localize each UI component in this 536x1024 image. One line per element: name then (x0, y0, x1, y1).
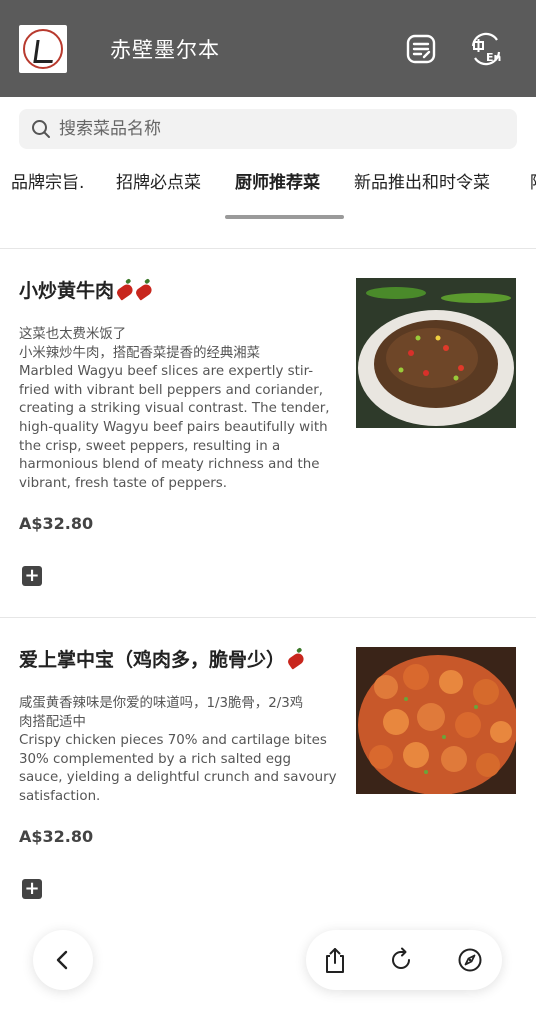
back-chevron-icon (56, 950, 68, 970)
category-tabs: 品牌宗旨. 招牌必点菜 厨师推荐菜 新品推出和时令菜 陆 (0, 160, 536, 220)
tab-new-seasonal[interactable]: 新品推出和时令菜 (354, 168, 490, 193)
active-tab-indicator (225, 215, 344, 219)
tab-brand-mission[interactable]: 品牌宗旨. (11, 168, 84, 193)
dish-item[interactable]: 小炒黄牛肉 这菜也太费米饭了 小米辣炒牛肉，搭配香菜提香的经典湘菜 Marble… (0, 249, 536, 617)
dish-name: 小炒黄牛肉 (19, 276, 154, 303)
chili-icon (115, 282, 135, 301)
dish-description: 咸蛋黄香辣味是你爱的味道吗，1/3脆骨，2/3鸡 肉搭配适中 Crispy ch… (19, 696, 337, 804)
svg-text:En: En (486, 51, 501, 64)
compass-icon[interactable] (455, 945, 485, 975)
reload-icon[interactable] (386, 945, 416, 975)
chili-icon (134, 282, 154, 301)
app-header: 赤壁墨尔本 En (0, 0, 536, 97)
order-list-icon[interactable] (404, 32, 438, 66)
back-button[interactable] (33, 930, 93, 990)
tab-next[interactable]: 陆 (530, 168, 536, 193)
restaurant-title: 赤壁墨尔本 (110, 38, 220, 62)
language-switch-icon[interactable]: En (469, 32, 503, 66)
add-to-cart-button[interactable]: + (22, 879, 42, 899)
tab-chef-recommended[interactable]: 厨师推荐菜 (235, 168, 320, 193)
chili-icon (286, 651, 306, 670)
search-bar[interactable] (19, 109, 517, 149)
dish-price: A$32.80 (19, 514, 94, 533)
dish-item[interactable]: 爱上掌中宝（鸡肉多，脆骨少） 咸蛋黄香辣味是你爱的味道吗，1/3脆骨，2/3鸡 … (0, 618, 536, 918)
dish-description: 这菜也太费米饭了 小米辣炒牛肉，搭配香菜提香的经典湘菜 Marbled Wagy… (19, 327, 330, 491)
dish-photo[interactable] (356, 278, 516, 428)
tab-signature-dishes[interactable]: 招牌必点菜 (116, 168, 201, 193)
dish-name: 爱上掌中宝（鸡肉多，脆骨少） (19, 645, 306, 672)
browser-toolbar (306, 930, 502, 990)
share-icon[interactable] (320, 945, 350, 975)
add-to-cart-button[interactable]: + (22, 566, 42, 586)
dish-price: A$32.80 (19, 827, 94, 846)
restaurant-logo (19, 25, 67, 73)
search-icon (32, 120, 50, 138)
dish-photo[interactable] (356, 647, 516, 794)
search-input[interactable] (59, 119, 479, 139)
